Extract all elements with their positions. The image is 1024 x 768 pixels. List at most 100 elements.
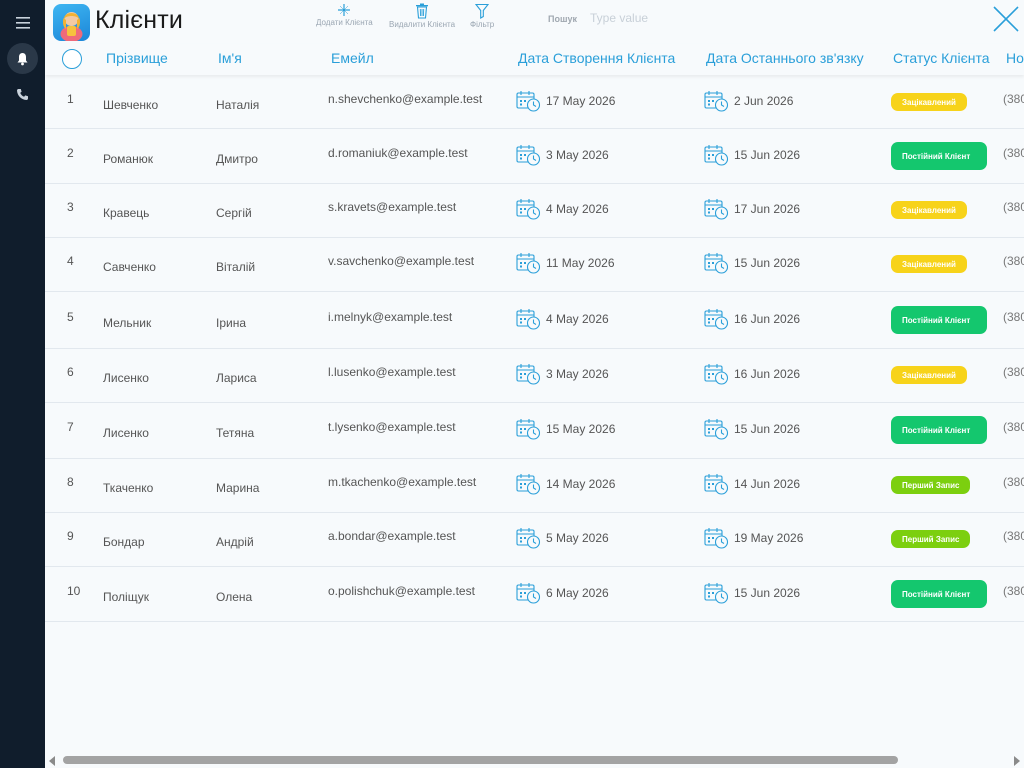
- cell-created-date: 17 May 2026: [516, 90, 615, 112]
- last-contact-date-text: 19 May 2026: [734, 531, 804, 545]
- status-badge[interactable]: Перший Запис: [891, 530, 971, 548]
- add-client-label: Додати Клієнта: [316, 18, 373, 27]
- cell-last-contact-date: 17 Jun 2026: [704, 198, 800, 220]
- calendar-clock-icon: [516, 583, 541, 604]
- status-badge[interactable]: Постійний Клієнт: [891, 416, 987, 444]
- column-header-phone[interactable]: Но: [1006, 50, 1024, 66]
- cell-created-date: 11 May 2026: [516, 252, 615, 274]
- table-row[interactable]: 10 Поліщук Олена o.polishchuk@example.test 6…: [45, 567, 1024, 622]
- table-row[interactable]: 8 Ткаченко Марина m.tkachenko@example.test 1…: [45, 459, 1024, 513]
- close-button[interactable]: [990, 3, 1022, 35]
- status-badge[interactable]: Постійний Клієнт: [891, 142, 987, 170]
- table-row[interactable]: 7 Лисенко Тетяна t.lysenko@example.test 15 M…: [45, 403, 1024, 459]
- cell-email[interactable]: m.tkachenko@example.test: [328, 475, 476, 489]
- status-badge[interactable]: Зацікавлений: [891, 366, 967, 384]
- column-header-created-date[interactable]: Дата Створення Клієнта: [518, 50, 675, 66]
- calendar-clock-icon: [516, 474, 541, 495]
- cell-email[interactable]: l.lusenko@example.test: [328, 365, 456, 379]
- table-row[interactable]: 2 Романюк Дмитро d.romaniuk@example.test 3 M…: [45, 129, 1024, 184]
- scroll-left-icon[interactable]: [49, 756, 55, 766]
- column-header-status[interactable]: Статус Клієнта: [893, 50, 990, 66]
- cell-phone: (380: [1003, 146, 1024, 160]
- created-date-text: 14 May 2026: [546, 477, 616, 491]
- horizontal-scrollbar[interactable]: [45, 752, 1024, 768]
- menu-button[interactable]: [7, 7, 38, 38]
- cell-last-contact-date: 19 May 2026: [704, 527, 803, 549]
- add-icon: [338, 4, 351, 16]
- cell-last-name: Бондар: [103, 535, 145, 549]
- header: Клієнти Додати Клієнта Видалити Клієнта …: [45, 0, 1024, 44]
- cell-first-name: Тетяна: [216, 426, 255, 440]
- cell-phone: (380: [1003, 200, 1024, 214]
- cell-phone: (380: [1003, 254, 1024, 268]
- scrollbar-thumb[interactable]: [63, 756, 898, 764]
- cell-last-name: Ткаченко: [103, 481, 154, 495]
- cell-last-name: Лисенко: [103, 371, 149, 385]
- cell-first-name: Віталій: [216, 260, 256, 274]
- notifications-button[interactable]: [7, 43, 38, 74]
- delete-client-button[interactable]: Видалити Клієнта: [389, 3, 455, 29]
- cell-email[interactable]: a.bondar@example.test: [328, 529, 456, 543]
- cell-first-name: Наталія: [216, 98, 260, 112]
- column-header-email[interactable]: Емейл: [331, 50, 374, 66]
- filter-button[interactable]: Фільтр: [470, 3, 494, 29]
- cell-email[interactable]: n.shevchenko@example.test: [328, 92, 482, 106]
- column-header-last-name[interactable]: Прізвище: [106, 50, 168, 66]
- column-header-first-name[interactable]: Ім'я: [218, 50, 242, 66]
- calendar-clock-icon: [704, 91, 729, 112]
- status-badge[interactable]: Постійний Клієнт: [891, 580, 987, 608]
- status-badge[interactable]: Зацікавлений: [891, 201, 967, 219]
- cell-last-contact-date: 14 Jun 2026: [704, 473, 800, 495]
- cell-last-name: Савченко: [103, 260, 156, 274]
- created-date-text: 4 May 2026: [546, 202, 609, 216]
- table-row[interactable]: 1 Шевченко Наталія n.shevchenko@example.tes…: [45, 77, 1024, 129]
- cell-phone: (380: [1003, 475, 1024, 489]
- cell-email[interactable]: t.lysenko@example.test: [328, 420, 456, 434]
- cell-last-name: Лисенко: [103, 426, 149, 440]
- cell-created-date: 4 May 2026: [516, 198, 609, 220]
- select-all-checkbox[interactable]: [62, 49, 82, 69]
- table-row[interactable]: 3 Кравець Сергій s.kravets@example.test 4 Ma…: [45, 184, 1024, 238]
- last-contact-date-text: 15 Jun 2026: [734, 256, 801, 270]
- status-badge[interactable]: Перший Запис: [891, 476, 971, 494]
- search-input[interactable]: [590, 8, 730, 28]
- cell-email[interactable]: i.melnyk@example.test: [328, 310, 452, 324]
- cell-created-date: 14 May 2026: [516, 473, 615, 495]
- filter-icon: [475, 3, 490, 19]
- cell-phone: (380: [1003, 365, 1024, 379]
- cell-phone: (380: [1003, 92, 1024, 106]
- cell-email[interactable]: v.savchenko@example.test: [328, 254, 474, 268]
- row-number: 1: [67, 92, 74, 106]
- status-badge[interactable]: Зацікавлений: [891, 255, 967, 273]
- created-date-text: 15 May 2026: [546, 422, 616, 436]
- table-row[interactable]: 9 Бондар Андрій a.bondar@example.test 5 May …: [45, 513, 1024, 567]
- column-header-last-contact-date[interactable]: Дата Останнього зв'язку: [706, 50, 864, 66]
- calendar-clock-icon: [704, 253, 729, 274]
- cell-email[interactable]: d.romaniuk@example.test: [328, 146, 468, 160]
- menu-icon: [15, 16, 30, 29]
- add-client-button[interactable]: Додати Клієнта: [316, 3, 373, 27]
- created-date-text: 3 May 2026: [546, 367, 609, 381]
- cell-first-name: Дмитро: [216, 152, 258, 166]
- cell-first-name: Лариса: [216, 371, 257, 385]
- cell-first-name: Сергій: [216, 206, 252, 220]
- cell-last-name: Кравець: [103, 206, 150, 220]
- table-row[interactable]: 4 Савченко Віталій v.savchenko@example.test…: [45, 238, 1024, 292]
- last-contact-date-text: 14 Jun 2026: [734, 477, 801, 491]
- table-row[interactable]: 6 Лисенко Лариса l.lusenko@example.test 3 Ma…: [45, 349, 1024, 403]
- status-badge[interactable]: Зацікавлений: [891, 93, 967, 111]
- cell-phone: (380: [1003, 529, 1024, 543]
- cell-email[interactable]: o.polishchuk@example.test: [328, 584, 475, 598]
- cell-first-name: Марина: [216, 481, 260, 495]
- client-avatar-icon: [60, 12, 83, 41]
- cell-email[interactable]: s.kravets@example.test: [328, 200, 456, 214]
- calls-button[interactable]: [7, 79, 38, 110]
- table-row[interactable]: 5 Мельник Ірина i.melnyk@example.test 4 May …: [45, 292, 1024, 349]
- status-badge[interactable]: Постійний Клієнт: [891, 306, 987, 334]
- cell-phone: (380: [1003, 310, 1024, 324]
- close-icon: [993, 6, 1019, 32]
- cell-created-date: 6 May 2026: [516, 582, 609, 604]
- last-contact-date-text: 16 Jun 2026: [734, 367, 801, 381]
- calendar-clock-icon: [516, 419, 541, 440]
- scroll-right-icon[interactable]: [1014, 756, 1020, 766]
